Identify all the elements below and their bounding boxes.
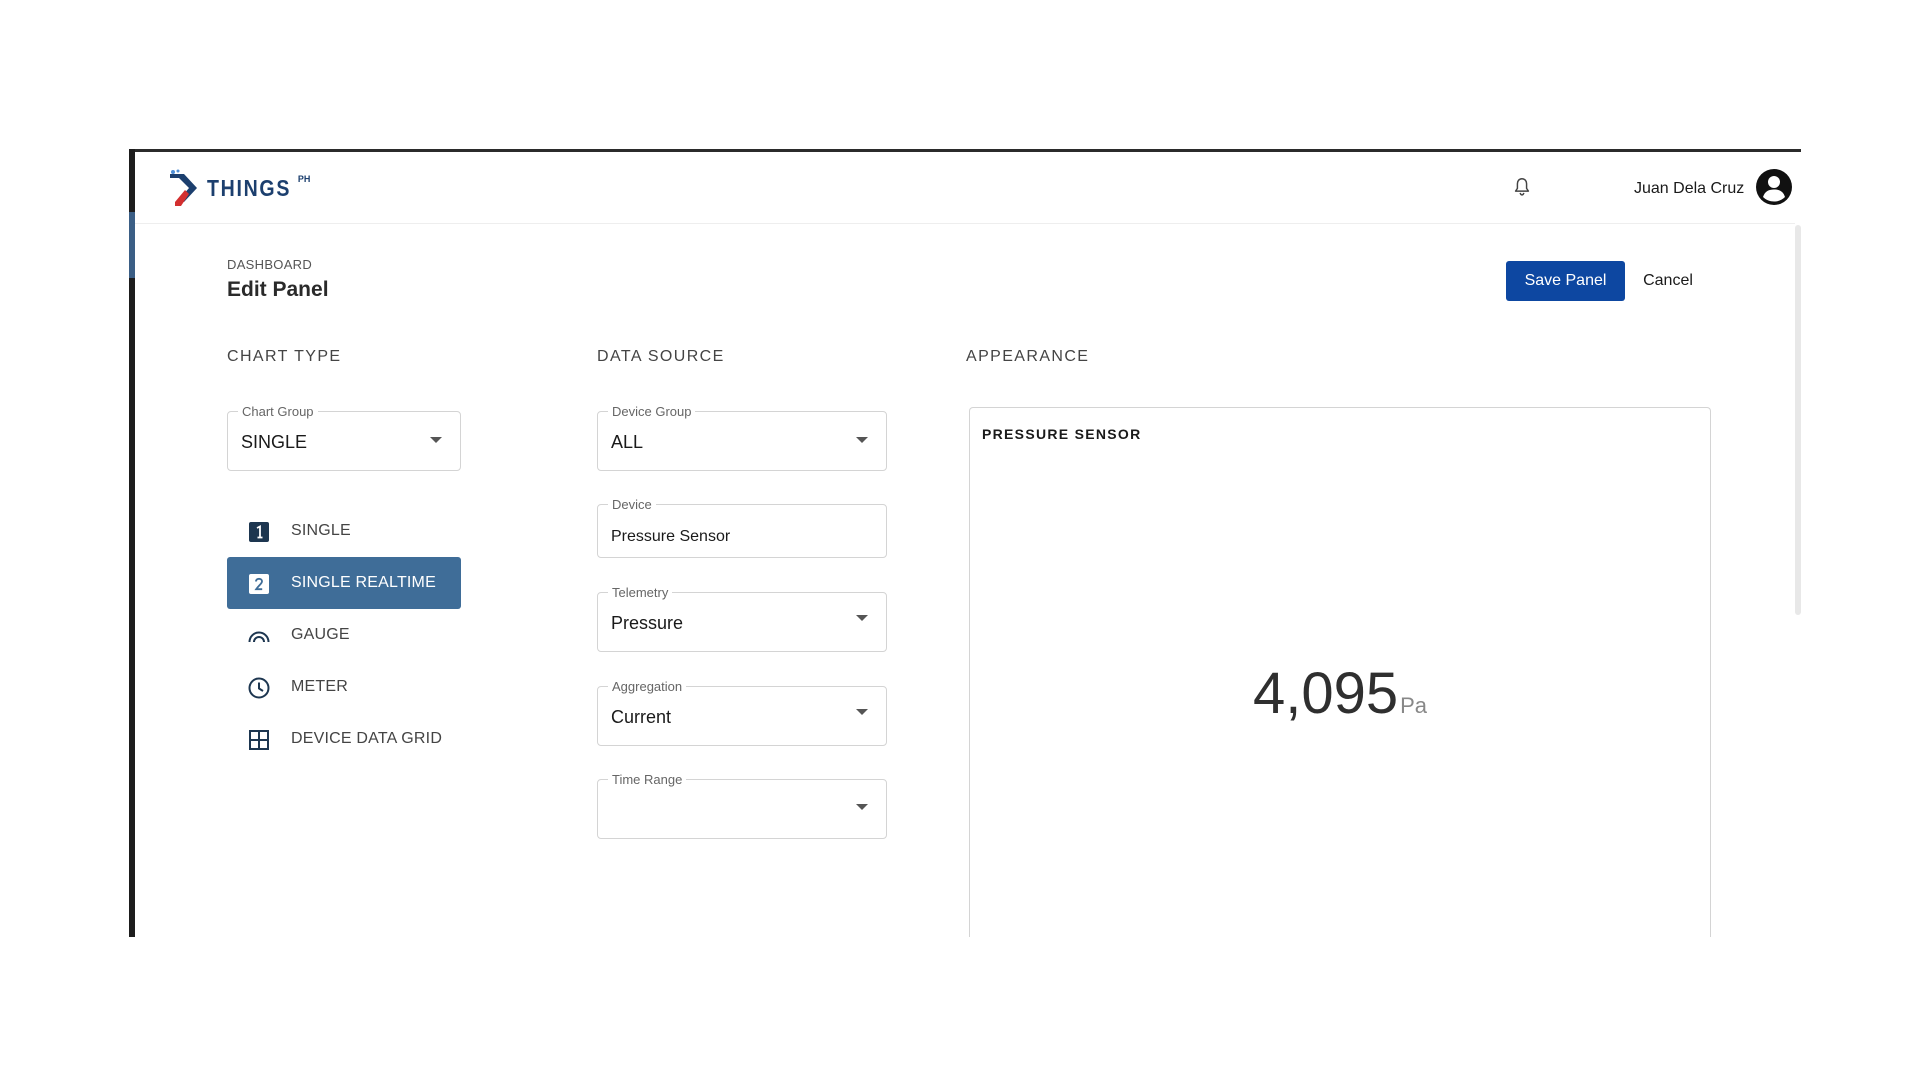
device-group-select[interactable]: Device Group ALL xyxy=(597,404,887,471)
device-label: Device xyxy=(608,497,656,512)
logo-mark-icon xyxy=(170,169,197,206)
preview-unit: Pa xyxy=(1400,693,1428,718)
chart-type-heading: CHART TYPE xyxy=(227,348,342,365)
device-value: Pressure Sensor xyxy=(611,528,731,545)
chart-group-label: Chart Group xyxy=(238,404,318,419)
data-source-heading: DATA SOURCE xyxy=(597,348,725,365)
chart-type-list: SINGLE SINGLE REALTIME GAUGE METER DEVIC… xyxy=(227,505,461,765)
chevron-down-icon xyxy=(856,437,868,443)
chevron-down-icon xyxy=(856,709,868,715)
user-name[interactable]: Juan Dela Cruz xyxy=(1634,180,1744,198)
appearance-heading: APPEARANCE xyxy=(966,348,1090,365)
device-group-label: Device Group xyxy=(608,404,696,419)
top-bar: THINGS PH Juan Dela Cruz xyxy=(135,152,1795,224)
device-field[interactable]: Device Pressure Sensor xyxy=(597,497,887,558)
looks-two-icon xyxy=(249,574,269,594)
chart-type-device-data-grid[interactable]: DEVICE DATA GRID xyxy=(227,713,461,765)
chart-type-label: GAUGE xyxy=(291,626,350,643)
time-range-select[interactable]: Time Range xyxy=(597,772,887,839)
chart-group-select[interactable]: Chart Group SINGLE xyxy=(227,404,461,471)
logo-superscript: PH xyxy=(297,174,311,184)
gauge-icon xyxy=(248,631,270,643)
chart-group-value: SINGLE xyxy=(241,432,308,452)
save-panel-button[interactable]: Save Panel xyxy=(1506,261,1625,301)
chart-type-single[interactable]: SINGLE xyxy=(227,505,461,557)
bell-icon[interactable] xyxy=(1511,176,1533,198)
breadcrumb[interactable]: DASHBOARD xyxy=(227,257,312,272)
telemetry-value: Pressure xyxy=(611,613,684,633)
account-circle-icon[interactable] xyxy=(1756,169,1792,205)
chevron-down-icon xyxy=(856,615,868,621)
chart-type-label: SINGLE xyxy=(291,522,351,539)
chart-type-gauge[interactable]: GAUGE xyxy=(227,609,461,661)
chart-type-label: METER xyxy=(291,678,348,695)
grid-icon xyxy=(249,730,269,750)
time-range-label: Time Range xyxy=(608,772,687,787)
cancel-button[interactable]: Cancel xyxy=(1630,261,1706,301)
telemetry-select[interactable]: Telemetry Pressure xyxy=(597,585,887,652)
panel-preview: PRESSURE SENSOR 4,095Pa xyxy=(969,407,1711,937)
clock-icon xyxy=(248,677,270,699)
chart-type-label: DEVICE DATA GRID xyxy=(291,730,443,747)
page-scrollbar[interactable] xyxy=(1795,225,1801,615)
preview-value: 4,095 xyxy=(1252,661,1399,726)
app-logo[interactable]: THINGS PH xyxy=(167,166,310,210)
aggregation-value: Current xyxy=(611,707,672,727)
logo-text: THINGS xyxy=(207,174,292,201)
chevron-down-icon xyxy=(856,804,868,810)
chart-type-label: SINGLE REALTIME xyxy=(291,574,436,591)
chart-type-single-realtime[interactable]: SINGLE REALTIME xyxy=(227,557,461,609)
chevron-down-icon xyxy=(430,437,442,443)
device-group-value: ALL xyxy=(611,432,644,452)
telemetry-label: Telemetry xyxy=(608,585,673,600)
aggregation-select[interactable]: Aggregation Current xyxy=(597,679,887,746)
looks-one-icon xyxy=(249,522,269,542)
preview-reading: 4,095Pa xyxy=(970,660,1710,727)
aggregation-label: Aggregation xyxy=(608,679,687,694)
chart-type-meter[interactable]: METER xyxy=(227,661,461,713)
preview-panel-title: PRESSURE SENSOR xyxy=(982,426,1142,442)
page-title: Edit Panel xyxy=(227,278,329,301)
